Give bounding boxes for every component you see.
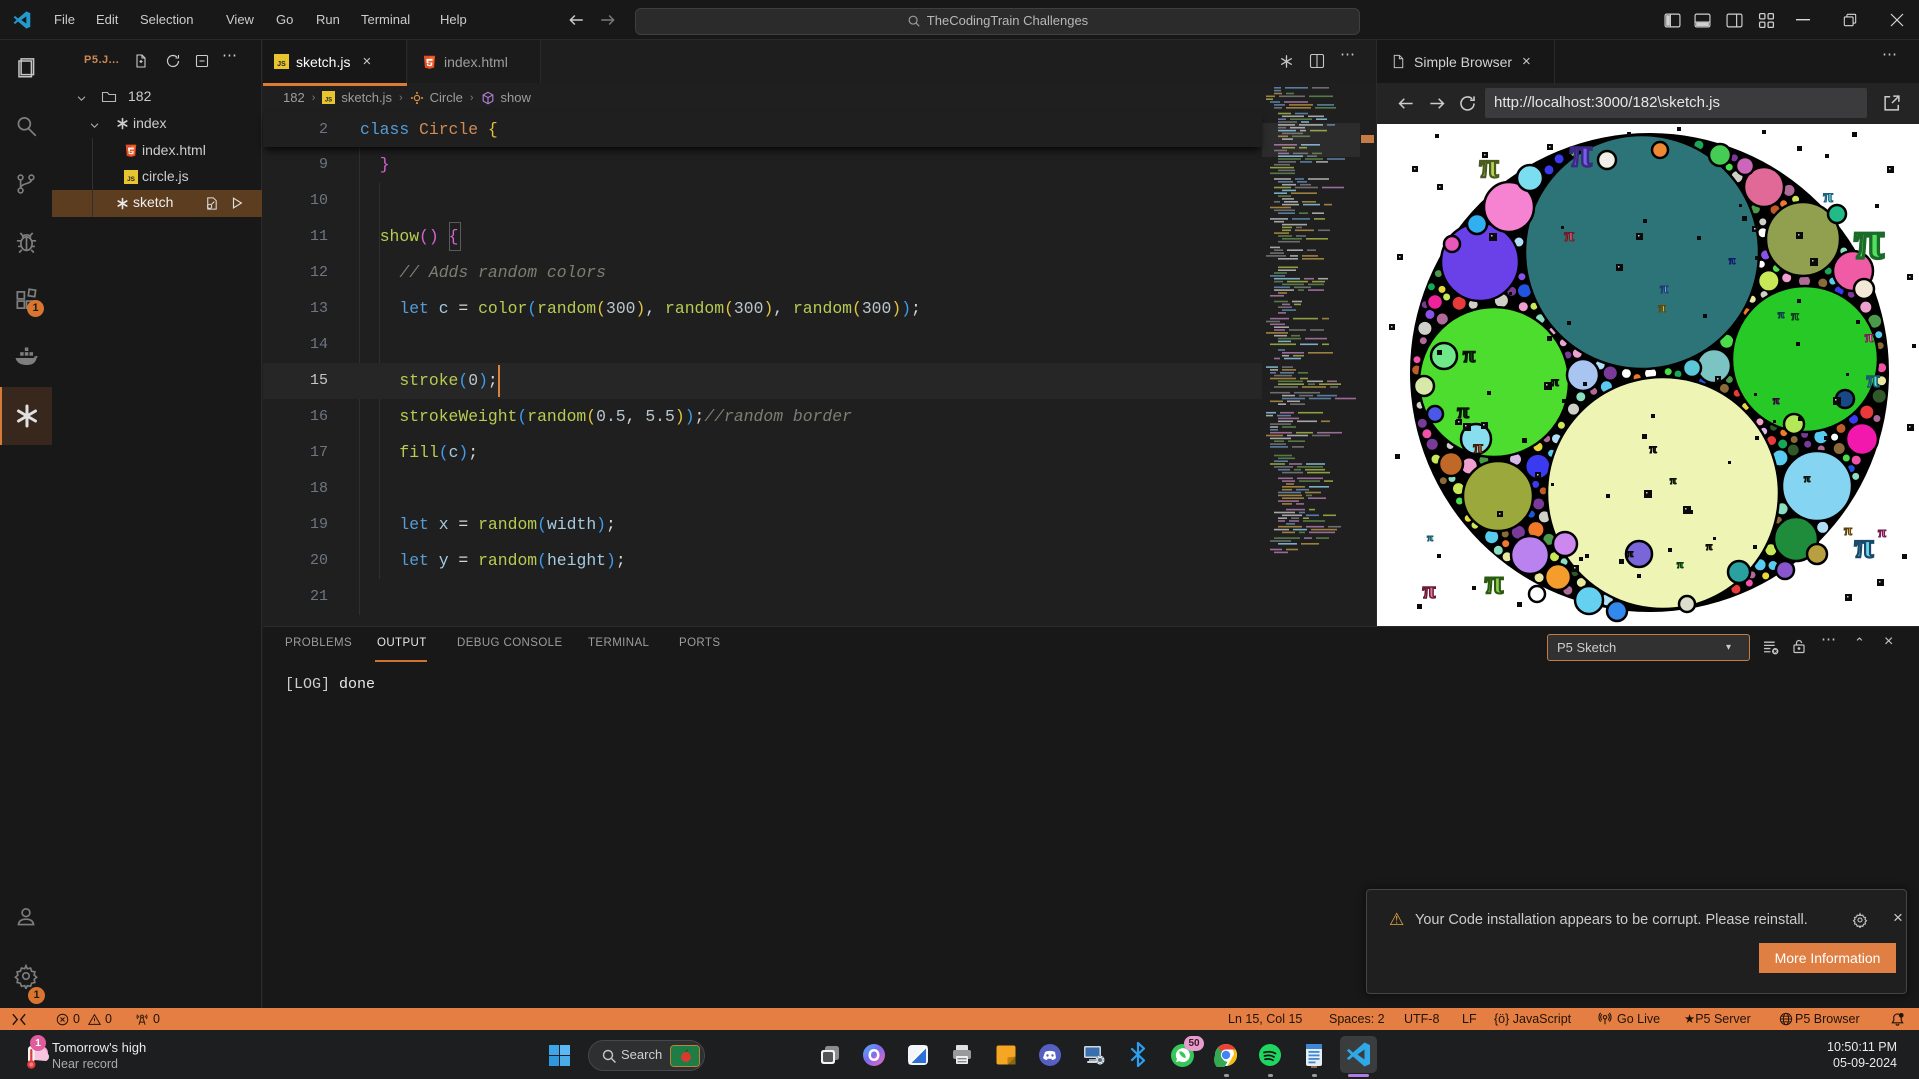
svg-text:π: π	[1778, 307, 1785, 321]
svg-text:π: π	[1422, 578, 1435, 604]
svg-text:π: π	[1658, 301, 1666, 316]
svg-text:π: π	[1773, 393, 1780, 407]
svg-text:π: π	[1570, 130, 1592, 175]
svg-text:π: π	[1463, 342, 1476, 367]
svg-text:π: π	[1866, 367, 1879, 393]
svg-text:π: π	[1427, 532, 1433, 544]
svg-text:π: π	[1677, 557, 1684, 571]
svg-text:π: π	[1627, 546, 1634, 560]
svg-text:π: π	[1670, 473, 1677, 487]
svg-text:π: π	[1649, 442, 1657, 457]
svg-text:π: π	[1854, 526, 1873, 565]
svg-text:π: π	[1485, 564, 1504, 601]
svg-text:JS: JS	[127, 176, 136, 183]
svg-text:JS: JS	[325, 97, 332, 103]
svg-text:π: π	[1457, 398, 1469, 423]
svg-text:JS: JS	[277, 61, 286, 68]
svg-text:π: π	[1823, 186, 1833, 206]
svg-text:π: π	[1479, 146, 1498, 185]
svg-text:π: π	[1878, 525, 1887, 541]
svg-text:π: π	[1551, 375, 1559, 390]
svg-text:π: π	[1473, 437, 1483, 457]
svg-text:π: π	[1865, 329, 1874, 346]
svg-text:π: π	[1854, 210, 1884, 270]
svg-text:π: π	[1660, 281, 1669, 297]
svg-text:π: π	[1564, 225, 1574, 245]
svg-text:π: π	[1804, 471, 1811, 485]
svg-text:π: π	[1706, 539, 1713, 553]
svg-text:π: π	[1791, 309, 1799, 324]
svg-text:π: π	[1729, 253, 1736, 267]
svg-text:π: π	[1844, 523, 1853, 539]
